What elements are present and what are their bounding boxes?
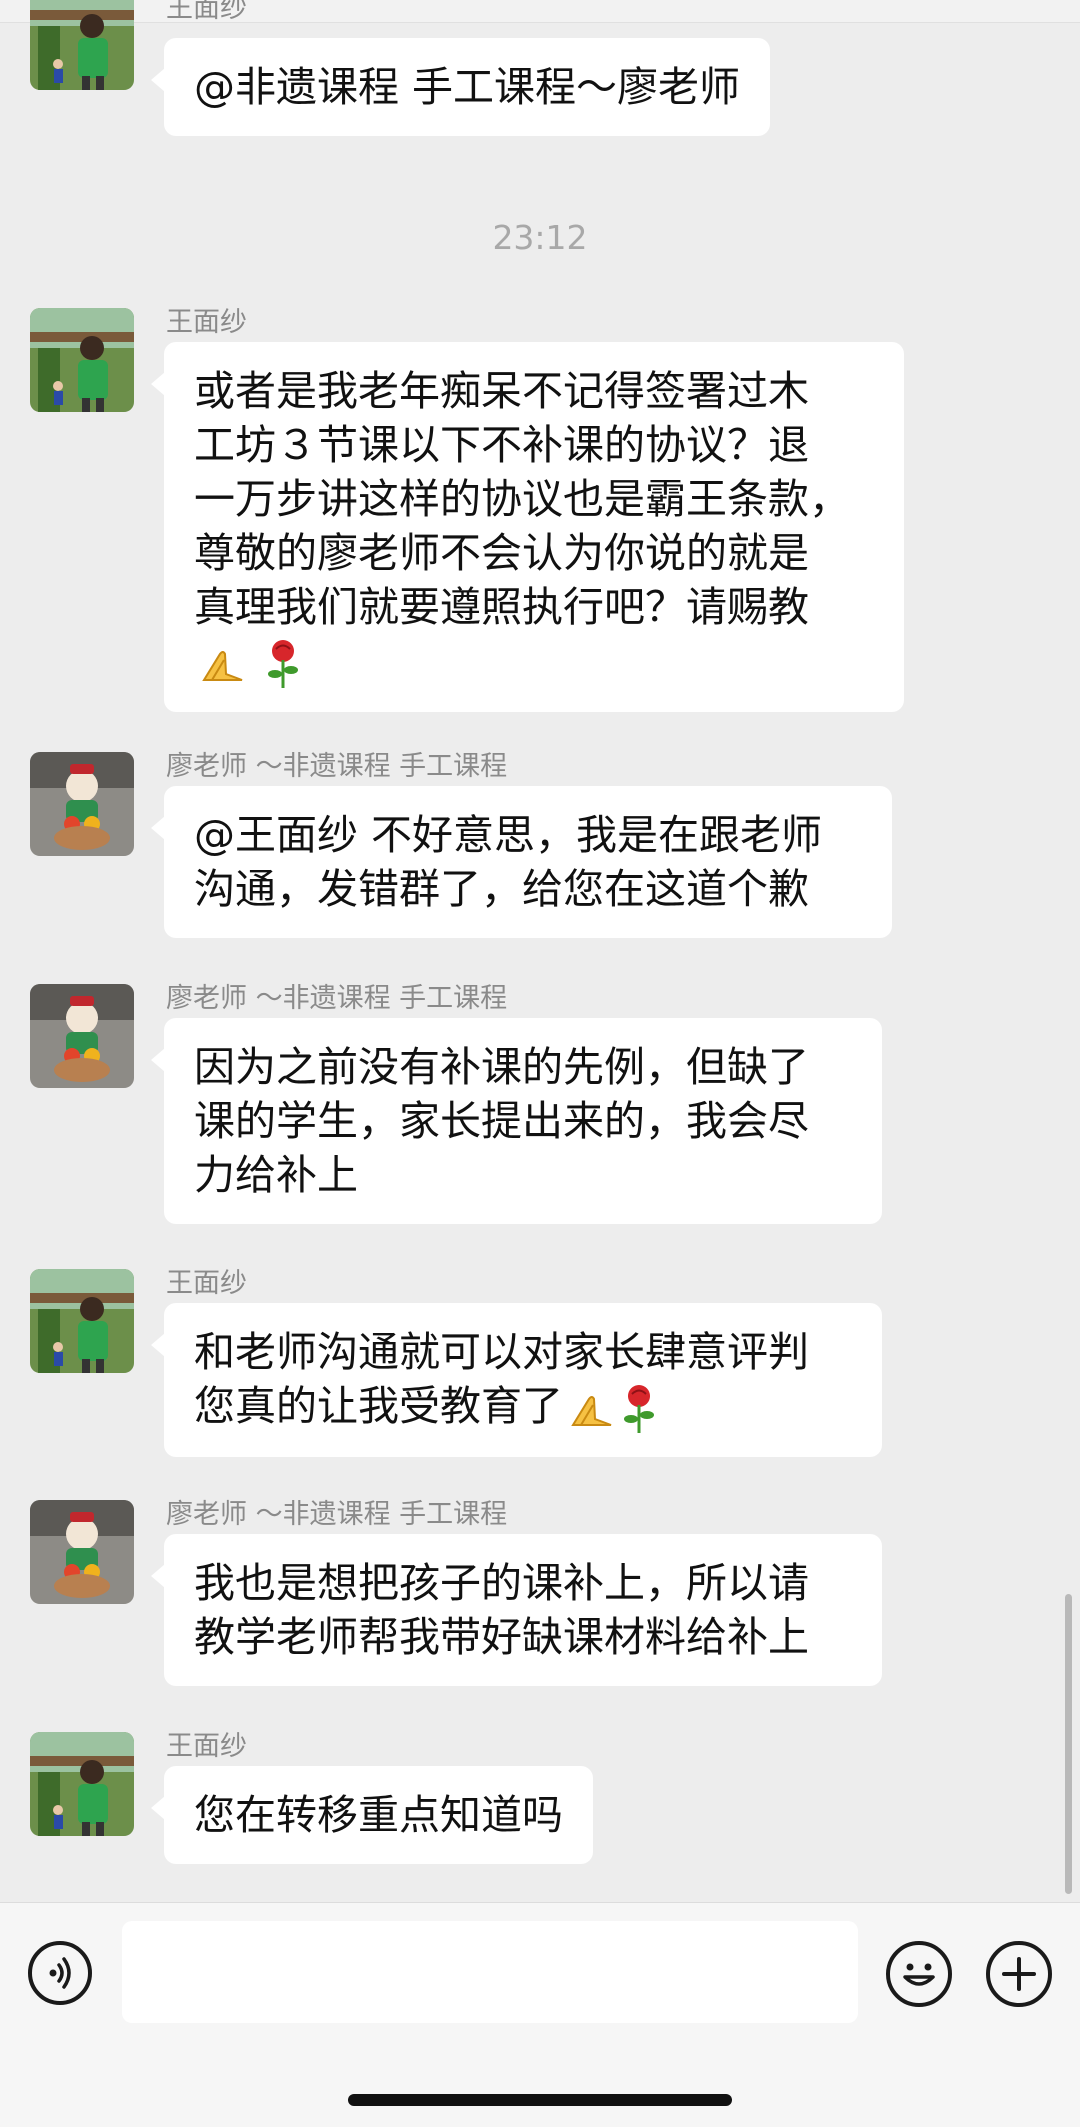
message-bubble[interactable]: 或者是我老年痴呆不记得签署过木 工坊３节课以下不补课的协议？退 一万步讲这样的协… (151, 342, 904, 712)
sender-name: 廖老师 ～非遗课程 手工课程 (166, 1499, 508, 1530)
message-input[interactable] (122, 1921, 858, 2023)
chat-scrollbar[interactable] (1065, 1594, 1072, 1894)
sender-name: 王面纱 (166, 1268, 247, 1299)
emoji-button[interactable] (886, 1941, 952, 2007)
message-text: 课的学生，家长提出来的，我会尽 (194, 1097, 809, 1145)
sender-name: 廖老师 ～非遗课程 手工课程 (166, 983, 508, 1014)
message-text: 真理我们就要遵照执行吧？请赐教 (194, 583, 809, 631)
message-text: 尊敬的廖老师不会认为你说的就是 (194, 529, 809, 577)
message-bubble[interactable]: @王面纱 不好意思，我是在跟老师 沟通，发错群了，给您在这道个歉 (151, 786, 892, 938)
rose-icon (624, 1385, 654, 1433)
voice-icon (49, 1957, 71, 1989)
sender-name: 王面纱 (166, 1731, 247, 1762)
emoji-smiley-icon (903, 1963, 935, 1986)
chat-area[interactable]: 王面纱 @非遗课程 手工课程～廖老师 23:12 王面纱 或者是我老年痴呆不记得… (0, 0, 1080, 1900)
praying-hands-icon (571, 1396, 612, 1426)
sender-name: 王面纱 (166, 307, 247, 338)
rose-icon (268, 640, 299, 688)
message-text: @王面纱 不好意思，我是在跟老师 (194, 811, 823, 859)
message-line-with-emoji: 您真的让我受教育了 (194, 1379, 852, 1435)
message-text: 因为之前没有补课的先例，但缺了 (194, 1043, 809, 1091)
message-bubble[interactable]: 我也是想把孩子的课补上，所以请 教学老师帮我带好缺课材料给补上 (151, 1534, 882, 1686)
message-text: 一万步讲这样的协议也是霸王条款， (194, 475, 850, 523)
message-text: 沟通，发错群了，给您在这道个歉 (194, 865, 809, 913)
avatar-liao-teacher[interactable] (30, 1500, 134, 1604)
sender-name: 王面纱 (166, 0, 247, 24)
avatar-wangmiansha[interactable] (30, 308, 134, 412)
sender-name: 廖老师 ～非遗课程 手工课程 (166, 751, 508, 782)
message-text: 您在转移重点知道吗 (194, 1791, 563, 1839)
voice-button[interactable] (28, 1941, 92, 2005)
message-text: @非遗课程 手工课程～廖老师 (194, 63, 741, 111)
more-button[interactable] (986, 1941, 1052, 2007)
message-text: 我也是想把孩子的课补上，所以请 (194, 1559, 809, 1607)
message-bubble[interactable]: @非遗课程 手工课程～廖老师 (150, 38, 771, 136)
message-text: 您真的让我受教育了 (194, 1382, 563, 1430)
message-text: 教学老师帮我带好缺课材料给补上 (194, 1613, 809, 1661)
message-bubble[interactable]: 和老师沟通就可以对家长肆意评判 您真的让我受教育了 (151, 1303, 882, 1457)
message-bubble[interactable]: 您在转移重点知道吗 (151, 1766, 593, 1864)
praying-hands-icon (202, 651, 243, 681)
avatar-liao-teacher[interactable] (30, 984, 134, 1088)
avatar-wangmiansha[interactable] (30, 0, 134, 90)
message-text: 力给补上 (194, 1151, 358, 1199)
avatar-wangmiansha[interactable] (30, 1732, 134, 1836)
message-text: 或者是我老年痴呆不记得签署过木 (194, 367, 809, 415)
message-text: 和老师沟通就可以对家长肆意评判 (194, 1328, 809, 1376)
plus-icon (1002, 1957, 1036, 1991)
time-divider: 23:12 (492, 218, 588, 257)
avatar-liao-teacher[interactable] (30, 752, 134, 856)
emoji-line (194, 634, 874, 690)
home-indicator[interactable] (348, 2094, 732, 2106)
avatar-wangmiansha[interactable] (30, 1269, 134, 1373)
message-text: 工坊３节课以下不补课的协议？退 (194, 421, 809, 469)
message-bubble[interactable]: 因为之前没有补课的先例，但缺了 课的学生，家长提出来的，我会尽 力给补上 (151, 1018, 882, 1224)
